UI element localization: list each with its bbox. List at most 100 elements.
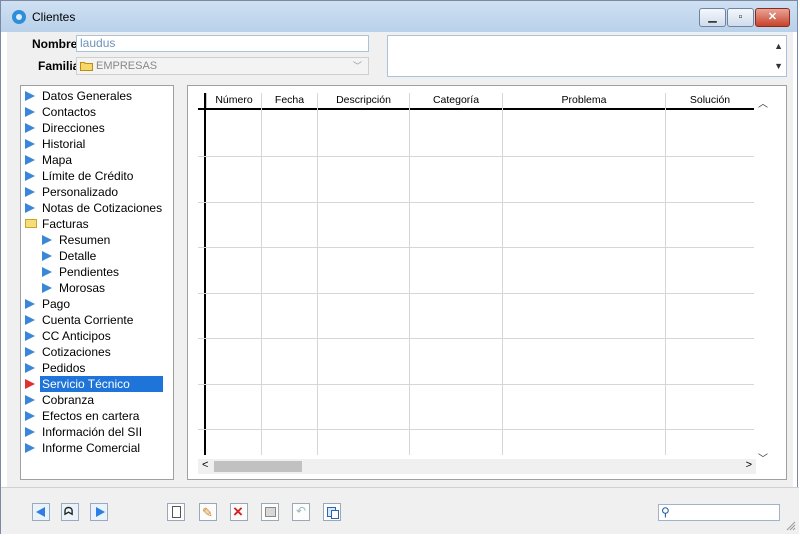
- find-button[interactable]: ᗣ: [61, 503, 79, 521]
- arrow-icon: [42, 283, 52, 293]
- column-header-solucion[interactable]: Solución: [665, 93, 754, 108]
- arrow-icon: [25, 331, 35, 341]
- tree-item-label: Información del SII: [42, 425, 143, 439]
- tree-item-label: CC Anticipos: [42, 329, 111, 343]
- grid-row-divider: [198, 293, 754, 294]
- arrow-icon: [42, 235, 52, 245]
- arrow-icon: [25, 315, 35, 325]
- arrow-icon: [25, 91, 35, 101]
- grid-divider: [665, 93, 666, 455]
- column-header-descripcion[interactable]: Descripción: [317, 93, 409, 108]
- tree-item-label: Informe Comercial: [42, 441, 141, 455]
- previous-button[interactable]: [32, 503, 50, 521]
- nombre-field[interactable]: laudus: [76, 35, 369, 52]
- title-bar[interactable]: Clientes ▁ ▫ ✕: [1, 1, 797, 32]
- arrow-icon: [25, 427, 35, 437]
- arrow-icon: [25, 139, 35, 149]
- arrow-icon: [25, 123, 35, 133]
- grid-row-divider: [198, 247, 754, 248]
- tree-item-label: Morosas: [59, 281, 106, 295]
- main-content: Nombre laudus Familia EMPRESAS ﹀ ▲ ▼ Dat…: [7, 32, 793, 487]
- resize-grip-icon[interactable]: [786, 521, 796, 531]
- next-button[interactable]: [90, 503, 108, 521]
- scroll-right-icon[interactable]: >: [746, 459, 752, 471]
- tree-item-label: Notas de Cotizaciones: [42, 201, 163, 215]
- arrow-icon: [25, 107, 35, 117]
- maximize-button[interactable]: ▫: [727, 8, 754, 27]
- arrow-icon: [25, 443, 35, 453]
- tree-item-label: Facturas: [42, 217, 89, 231]
- pencil-icon: ✎: [202, 505, 213, 520]
- tree-item-label: Datos Generales: [42, 89, 133, 103]
- tree-item-label: Contactos: [42, 105, 97, 119]
- row-indicator-column: [198, 93, 206, 455]
- arrow-icon: [25, 187, 35, 197]
- arrow-icon: [25, 363, 35, 373]
- minimize-button[interactable]: ▁: [699, 8, 726, 27]
- chevron-down-icon: ﹀: [352, 61, 362, 71]
- arrow-icon: [25, 171, 35, 181]
- grid-row-divider: [198, 384, 754, 385]
- close-button[interactable]: ✕: [755, 8, 790, 27]
- folder-open-icon: [25, 219, 37, 228]
- column-header-numero[interactable]: Número: [206, 93, 261, 108]
- tree-item-label: Pedidos: [42, 361, 86, 375]
- clientes-window: Clientes ▁ ▫ ✕ Nombre laudus Familia EMP…: [0, 0, 799, 534]
- arrow-selected-icon: [25, 379, 35, 389]
- arrow-left-icon: [36, 507, 45, 517]
- arrow-icon: [25, 299, 35, 309]
- grid-row-divider: [198, 429, 754, 430]
- search-icon: ⚲: [661, 505, 670, 519]
- column-header-problema[interactable]: Problema: [502, 93, 665, 108]
- tree-item-label: Cobranza: [42, 393, 95, 407]
- column-header-categoria[interactable]: Categoría: [409, 93, 502, 108]
- grid-row-divider: [198, 156, 754, 157]
- scroll-down-icon[interactable]: ▼: [774, 61, 783, 71]
- binoculars-icon: ᗣ: [64, 506, 73, 518]
- tree-item-label: Resumen: [59, 233, 111, 247]
- delete-button[interactable]: ×: [230, 502, 248, 521]
- copy-icon: [327, 507, 339, 519]
- arrow-icon: [25, 347, 35, 357]
- scroll-left-icon[interactable]: <: [202, 459, 208, 471]
- new-button[interactable]: [167, 503, 185, 521]
- grid-header: Número Fecha Descripción Categoría Probl…: [198, 93, 754, 110]
- tree-item-label: Detalle: [59, 249, 97, 263]
- window-title: Clientes: [32, 10, 76, 24]
- scroll-up-icon[interactable]: ▲: [774, 41, 783, 51]
- column-header-fecha[interactable]: Fecha: [261, 93, 317, 108]
- scrollbar-thumb[interactable]: [214, 461, 302, 472]
- save-button[interactable]: [261, 503, 279, 521]
- arrow-right-icon: [96, 507, 105, 517]
- tree-item-label: Pendientes: [59, 265, 120, 279]
- tree-item-label: Límite de Crédito: [42, 169, 134, 183]
- arrow-icon: [42, 251, 52, 261]
- horizontal-scrollbar[interactable]: < >: [198, 459, 756, 474]
- new-document-icon: [172, 506, 181, 518]
- data-grid[interactable]: Número Fecha Descripción Categoría Probl…: [187, 85, 787, 480]
- app-logo-icon: [12, 10, 26, 24]
- undo-icon: ↶: [296, 504, 307, 518]
- navigation-tree: Datos Generales Contactos Direcciones Hi…: [20, 85, 174, 480]
- tree-item-label: Servicio Técnico: [40, 376, 163, 392]
- tree-item-label: Cuenta Corriente: [42, 313, 134, 327]
- notes-textarea[interactable]: ▲ ▼: [387, 35, 787, 77]
- familia-value: EMPRESAS: [96, 60, 158, 72]
- familia-label: Familia: [38, 59, 80, 73]
- search-input[interactable]: ⚲: [658, 504, 780, 521]
- grid-row-divider: [198, 202, 754, 203]
- copy-button[interactable]: [323, 503, 341, 521]
- arrow-icon: [25, 155, 35, 165]
- scroll-down-icon[interactable]: ﹀: [758, 450, 768, 465]
- grid-divider: [409, 93, 410, 455]
- tree-item-label: Historial: [42, 137, 86, 151]
- tree-item-label: Personalizado: [42, 185, 119, 199]
- scroll-up-icon[interactable]: ︿: [758, 95, 768, 110]
- edit-button[interactable]: ✎: [199, 503, 217, 521]
- grid-divider: [502, 93, 503, 455]
- undo-button[interactable]: ↶: [292, 503, 310, 521]
- familia-select[interactable]: EMPRESAS ﹀: [76, 57, 369, 75]
- delete-x-icon: ×: [233, 502, 243, 521]
- grid-divider: [317, 93, 318, 455]
- tree-item-label: Mapa: [42, 153, 73, 167]
